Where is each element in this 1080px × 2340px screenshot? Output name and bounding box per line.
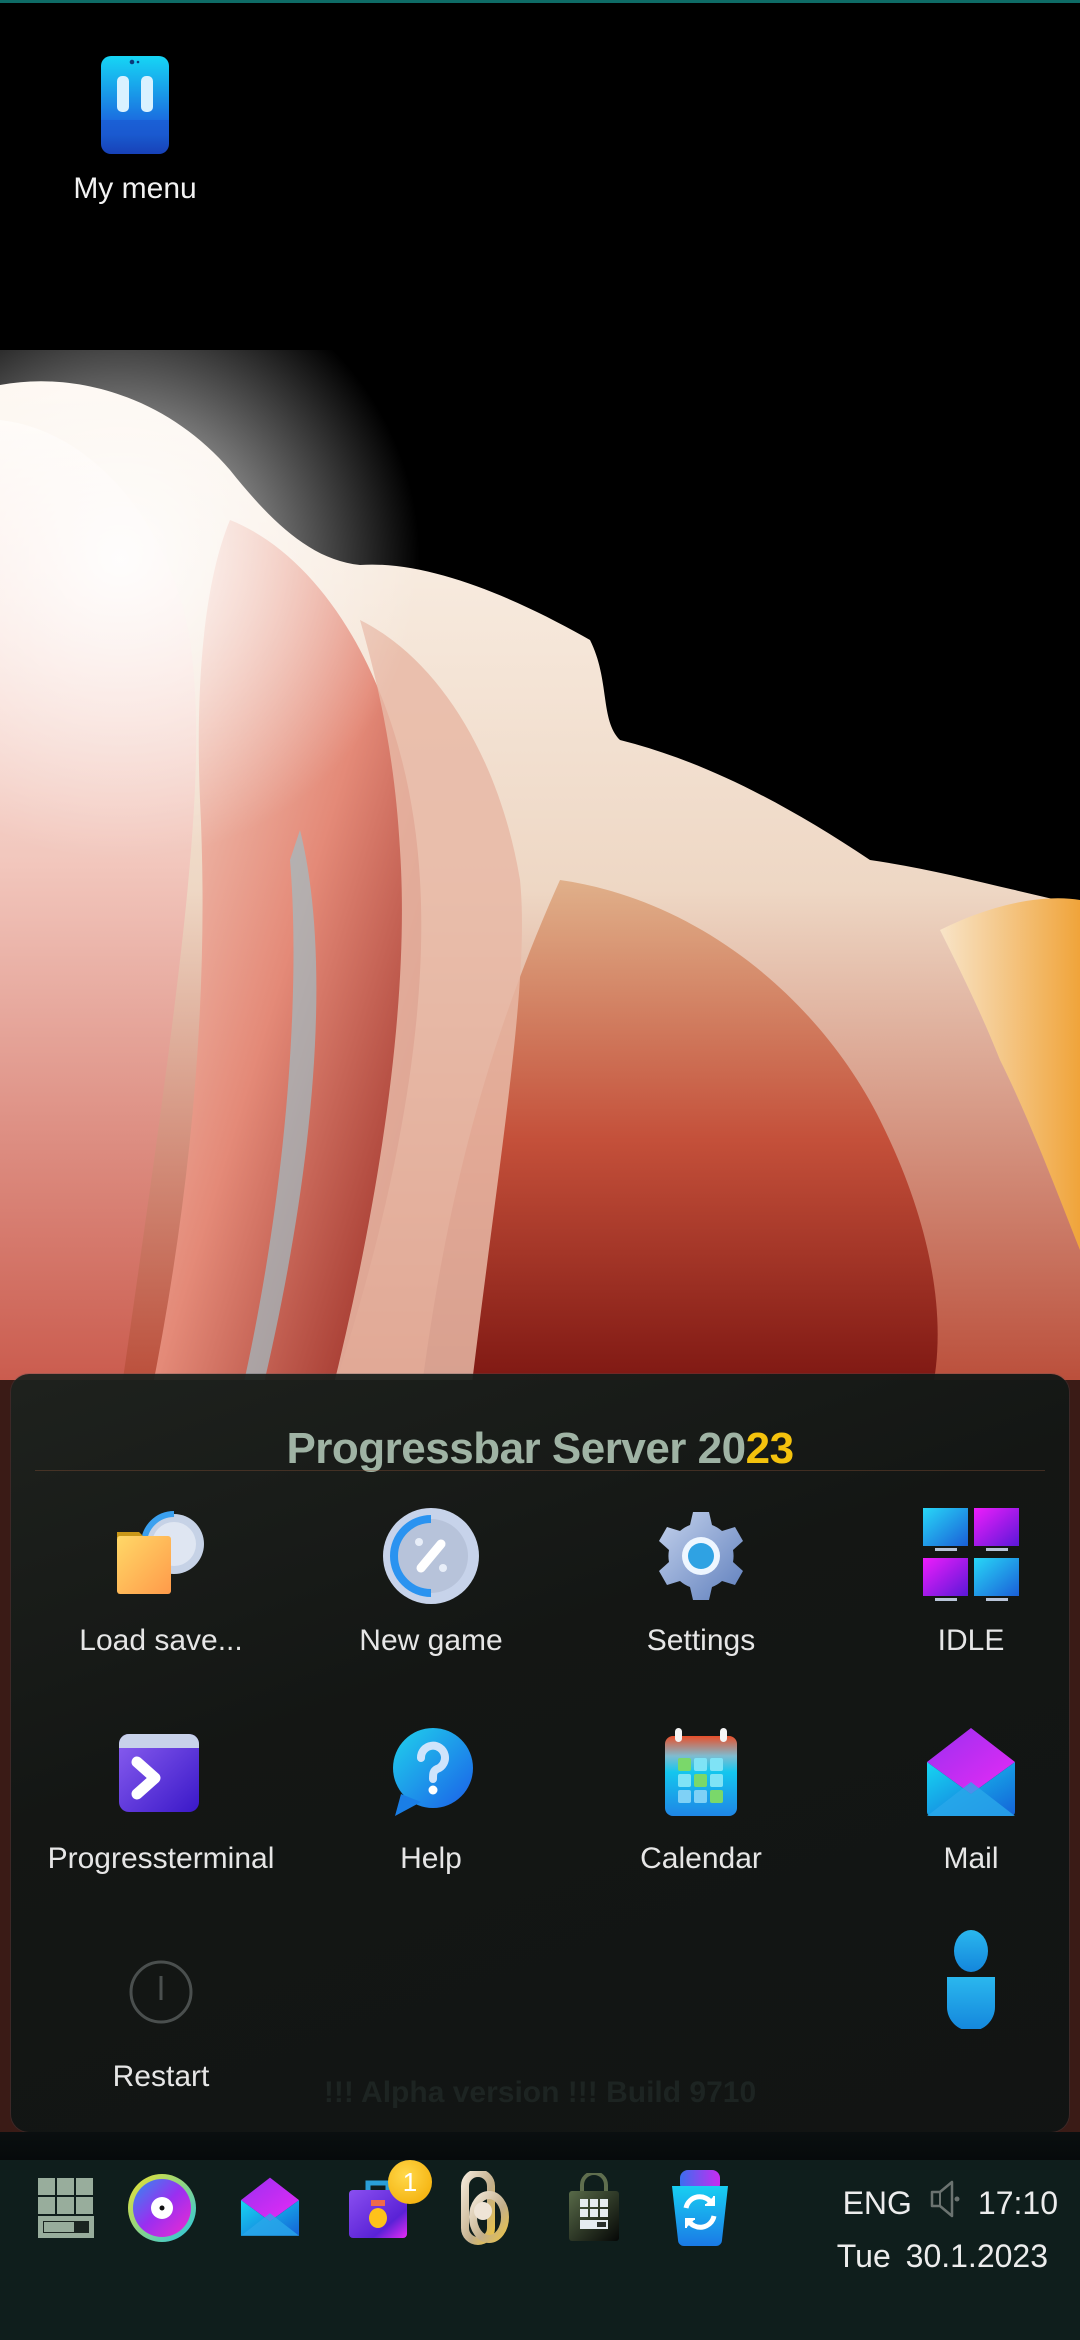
taskbar-start-button[interactable]	[30, 2174, 102, 2246]
tile-label: Calendar	[640, 1842, 762, 1875]
calendar-icon	[651, 1724, 751, 1824]
notification-badge: 1	[388, 2160, 432, 2204]
link-icon	[461, 2168, 511, 2250]
monitors-grid-icon	[921, 1506, 1021, 1606]
tile-idle[interactable]: IDLE	[841, 1506, 1080, 1658]
taskbar-mail-button[interactable]	[234, 2174, 306, 2246]
terminal-icon	[111, 1724, 211, 1824]
phone-11-icon	[101, 56, 169, 154]
folder-progress-icon	[111, 1506, 211, 1606]
speaker-muted-icon[interactable]	[930, 2180, 960, 2226]
tile-label: Help	[400, 1842, 462, 1875]
tile-load-save[interactable]: Load save...	[31, 1506, 291, 1658]
taskbar-briefcase-button[interactable]: 1	[342, 2160, 432, 2246]
progress-disc-icon	[381, 1506, 481, 1606]
taskbar-store-button[interactable]	[558, 2170, 630, 2248]
start-menu-panel: Progressbar Server 2023 Load save... New…	[11, 1374, 1069, 2132]
taskbar-link-button[interactable]	[450, 2168, 522, 2246]
tile-calendar[interactable]: Calendar	[571, 1724, 831, 1876]
taskbar-recycle-bin-button[interactable]	[664, 2169, 736, 2246]
help-bubble-icon	[381, 1724, 481, 1824]
tile-label: Settings	[646, 1624, 756, 1657]
tile-settings[interactable]: Settings	[571, 1506, 831, 1658]
title-accent: 23	[745, 1424, 794, 1473]
tile-help[interactable]: Help	[301, 1724, 561, 1876]
start-menu-title: Progressbar Server 2023	[11, 1424, 1069, 1474]
taskbar-disc-button[interactable]	[126, 2173, 198, 2248]
clock-time[interactable]: 17:10	[978, 2185, 1058, 2222]
clock-date[interactable]: Tue 30.1.2023	[837, 2238, 1048, 2275]
system-tray: ENG 17:10 Tue 30.1.2023	[837, 2180, 1058, 2275]
gear-icon	[651, 1506, 751, 1606]
taskbar: 1 ENG 17:10 Tue 30.1.2023	[0, 2132, 1080, 2340]
title-main: Progressbar Server 20	[286, 1424, 746, 1473]
store-bag-icon	[567, 2170, 621, 2248]
clock-date-value: 30.1.2023	[905, 2238, 1048, 2274]
desktop-icon-my-menu[interactable]: My menu	[55, 56, 215, 206]
tile-label: New game	[359, 1624, 503, 1657]
tile-new-game[interactable]: New game	[301, 1506, 561, 1658]
build-version-text: !!! Alpha version !!! Build 9710	[323, 2076, 757, 2109]
mail-icon	[921, 1724, 1021, 1824]
tile-label: Load save...	[79, 1624, 243, 1657]
tile-label: Progressterminal	[47, 1842, 275, 1875]
power-icon	[111, 1942, 211, 2042]
user-icon	[921, 1929, 1021, 2029]
disc-icon	[127, 2173, 197, 2248]
mail-icon	[237, 2175, 303, 2246]
title-divider	[35, 1470, 1045, 1471]
clock-day: Tue	[836, 2238, 891, 2274]
language-indicator[interactable]: ENG	[843, 2185, 912, 2222]
tile-label: Mail	[943, 1842, 999, 1875]
tile-mail[interactable]: Mail	[841, 1724, 1080, 1876]
tile-progressterminal[interactable]: Progressterminal	[31, 1724, 291, 1876]
user-account-button[interactable]	[841, 1929, 1080, 2029]
desktop-icon-label: My menu	[73, 172, 197, 205]
start-grid-icon	[36, 2176, 96, 2245]
tile-restart[interactable]: Restart	[31, 1942, 291, 2094]
tile-label: IDLE	[937, 1624, 1005, 1657]
recycle-bin-icon	[670, 2169, 730, 2251]
